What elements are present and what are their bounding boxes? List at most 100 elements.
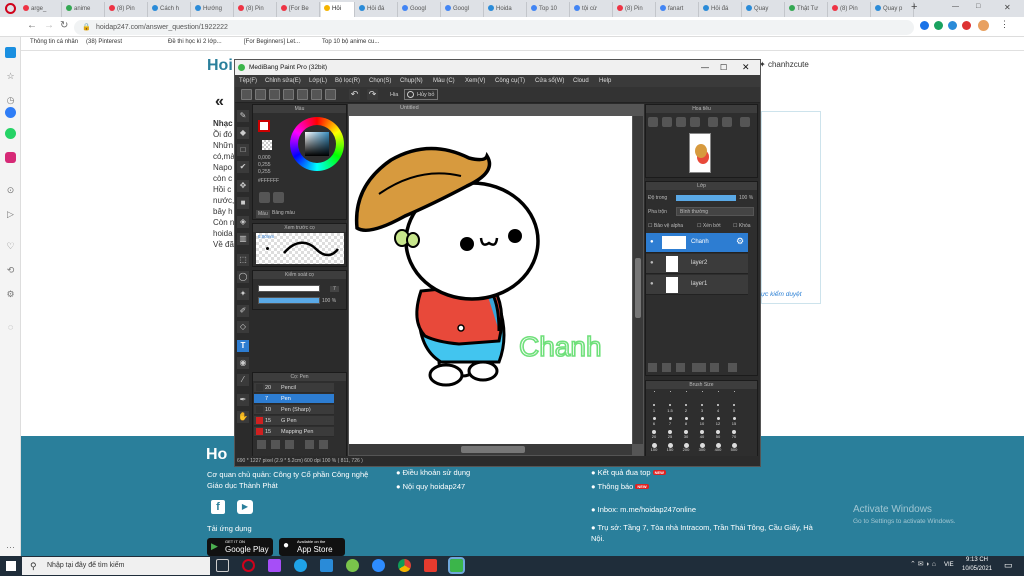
mail-icon[interactable]	[320, 559, 333, 572]
verify-link[interactable]: ực kiểm duyệt	[761, 291, 802, 298]
duplicate-layer-icon[interactable]	[676, 363, 685, 372]
youtube-icon[interactable]: ▶	[237, 500, 253, 514]
brush-size-cell[interactable]: 10	[697, 416, 707, 426]
facebook-icon[interactable]: f	[211, 500, 225, 514]
brush-size-cell[interactable]	[713, 390, 723, 400]
brush-size-cell[interactable]	[665, 390, 675, 400]
user-name[interactable]: ✦ chanhzcute	[759, 60, 809, 69]
browser-tab[interactable]: (8) Pin	[235, 2, 277, 17]
brush-size-cell[interactable]: 1.5	[665, 403, 675, 413]
bookmark-0[interactable]: Thông tin cá nhân	[30, 39, 78, 45]
browser-tab[interactable]: arge_	[20, 2, 62, 17]
opera-icon[interactable]	[242, 559, 255, 572]
browser-tab[interactable]: Thật Tư	[786, 2, 828, 17]
mb-maximize-button[interactable]: ☐	[720, 60, 727, 75]
brush-size-cell[interactable]: 4	[713, 403, 723, 413]
select-pen-tool-icon[interactable]: ✐	[237, 305, 249, 317]
save-icon[interactable]	[269, 89, 280, 100]
saturation-box[interactable]	[305, 132, 329, 156]
messenger-icon[interactable]	[5, 107, 16, 118]
brush-folder-icon[interactable]	[319, 440, 328, 449]
redo-icon[interactable]: ↷	[367, 89, 378, 100]
extension-icon[interactable]	[948, 21, 957, 30]
visibility-icon[interactable]: ●	[650, 281, 654, 287]
zoom-out-icon[interactable]	[662, 117, 672, 127]
more-icon[interactable]: ⋯	[5, 542, 16, 553]
menu-layer[interactable]: Lớp(L)	[309, 75, 327, 87]
brush-item[interactable]: 20 Pencil	[254, 383, 334, 393]
bookmark-3[interactable]: [For Beginners] Let...	[244, 39, 300, 45]
foreground-color-swatch[interactable]	[258, 120, 270, 132]
brush-size-cell[interactable]: 30	[681, 429, 691, 439]
bookmark-2[interactable]: Đề thi học kì 2 lớp...	[168, 39, 222, 45]
new-layer-icon[interactable]	[648, 363, 657, 372]
brush-menu-icon[interactable]	[285, 440, 294, 449]
browser-tab[interactable]: fanart	[657, 2, 699, 17]
zoom-icon[interactable]	[372, 559, 385, 572]
visibility-icon[interactable]: ●	[650, 239, 654, 245]
browser-tab[interactable]: [For Be	[278, 2, 320, 17]
back-link[interactable]: «	[215, 93, 224, 111]
swatch-add-icon[interactable]	[259, 192, 270, 203]
app-store-button[interactable]: ● Available on the App Store	[279, 538, 345, 556]
whatsapp-icon[interactable]	[5, 128, 16, 139]
maximize-button[interactable]: □	[976, 3, 980, 10]
clock-date[interactable]: 10/05/2021	[962, 566, 992, 572]
canvas-horizontal-scrollbar[interactable]	[349, 444, 632, 455]
canvas[interactable]: Chanh	[349, 116, 632, 444]
bookmark-4[interactable]: Top 10 bộ anime cu...	[322, 39, 379, 45]
rotate-left-icon[interactable]	[708, 117, 718, 127]
undo-icon[interactable]: ↶	[349, 89, 360, 100]
visibility-icon[interactable]: ●	[650, 260, 654, 266]
menu-view[interactable]: Xem(V)	[465, 75, 485, 87]
shape-tool-icon[interactable]: ◉	[237, 357, 249, 369]
menu-tools[interactable]: Công cụ(T)	[495, 75, 525, 87]
brush-size-cell[interactable]: 20	[649, 429, 659, 439]
brush-size-cell[interactable]: 3	[697, 403, 707, 413]
task-view-icon[interactable]	[216, 559, 229, 572]
settings-icon[interactable]: ⚙	[5, 289, 16, 300]
top-results-link[interactable]: ● Kết quả đua top NEW	[591, 468, 666, 477]
menu-icon[interactable]: ⋮	[1000, 19, 1009, 30]
menu-edit[interactable]: Chỉnh sửa(E)	[265, 75, 301, 87]
layer-settings-icon[interactable]: ⚙	[736, 236, 744, 247]
clock-icon[interactable]: ◷	[5, 95, 16, 106]
brush-add-icon[interactable]	[257, 440, 266, 449]
edge-icon[interactable]	[294, 559, 307, 572]
bookmark-1[interactable]: (38) Pinterest	[86, 39, 122, 45]
google-play-button[interactable]: ▶ GET IT ON Google Play	[207, 538, 273, 556]
back-arrow-icon[interactable]: ←	[27, 20, 37, 31]
forward-arrow-icon[interactable]: →	[44, 20, 54, 31]
brush-copy-icon[interactable]	[271, 440, 280, 449]
new-tab-button[interactable]: +	[911, 1, 917, 13]
delete-layer-icon[interactable]	[728, 363, 737, 372]
rectangle-tool-icon[interactable]: □	[237, 144, 249, 156]
merge-layer-icon[interactable]	[710, 363, 719, 372]
browser-tab[interactable]: Cách h	[149, 2, 191, 17]
browser-tab[interactable]: Top 10	[528, 2, 570, 17]
brush-item[interactable]: 7 Pen	[254, 394, 334, 404]
magic-wand-tool-icon[interactable]: ✦	[237, 288, 249, 300]
color-tab[interactable]: Màu	[256, 210, 270, 218]
language-indicator[interactable]: VIE	[944, 562, 954, 568]
brush-export-icon[interactable]	[305, 440, 314, 449]
browser-tab[interactable]: (8) Pin	[106, 2, 148, 17]
brush-size-cell[interactable]: 6	[649, 416, 659, 426]
browser-tab[interactable]: (8) Pin	[829, 2, 871, 17]
browser-tab[interactable]: (8) Pin	[614, 2, 656, 17]
eraser-tool-icon[interactable]: ◆	[237, 127, 249, 139]
heart-icon[interactable]	[962, 21, 971, 30]
browser-tab[interactable]: Googl	[442, 2, 484, 17]
avatar[interactable]	[978, 20, 989, 31]
shield-icon[interactable]	[934, 21, 943, 30]
bucket-tool-icon[interactable]: ◈	[237, 216, 249, 228]
brush-size-slider[interactable]	[258, 285, 320, 292]
canvas-vertical-scrollbar[interactable]	[633, 116, 643, 444]
text-tool-icon[interactable]: T	[237, 340, 249, 352]
brush-item[interactable]: 10 Pen (Sharp)	[254, 405, 334, 415]
new-file-icon[interactable]	[241, 89, 252, 100]
new-folder-icon[interactable]	[662, 363, 671, 372]
brush-size-cell[interactable]: 100	[649, 442, 659, 452]
brush-size-cell[interactable]	[697, 390, 707, 400]
browser-tab[interactable]: anime	[63, 2, 105, 17]
